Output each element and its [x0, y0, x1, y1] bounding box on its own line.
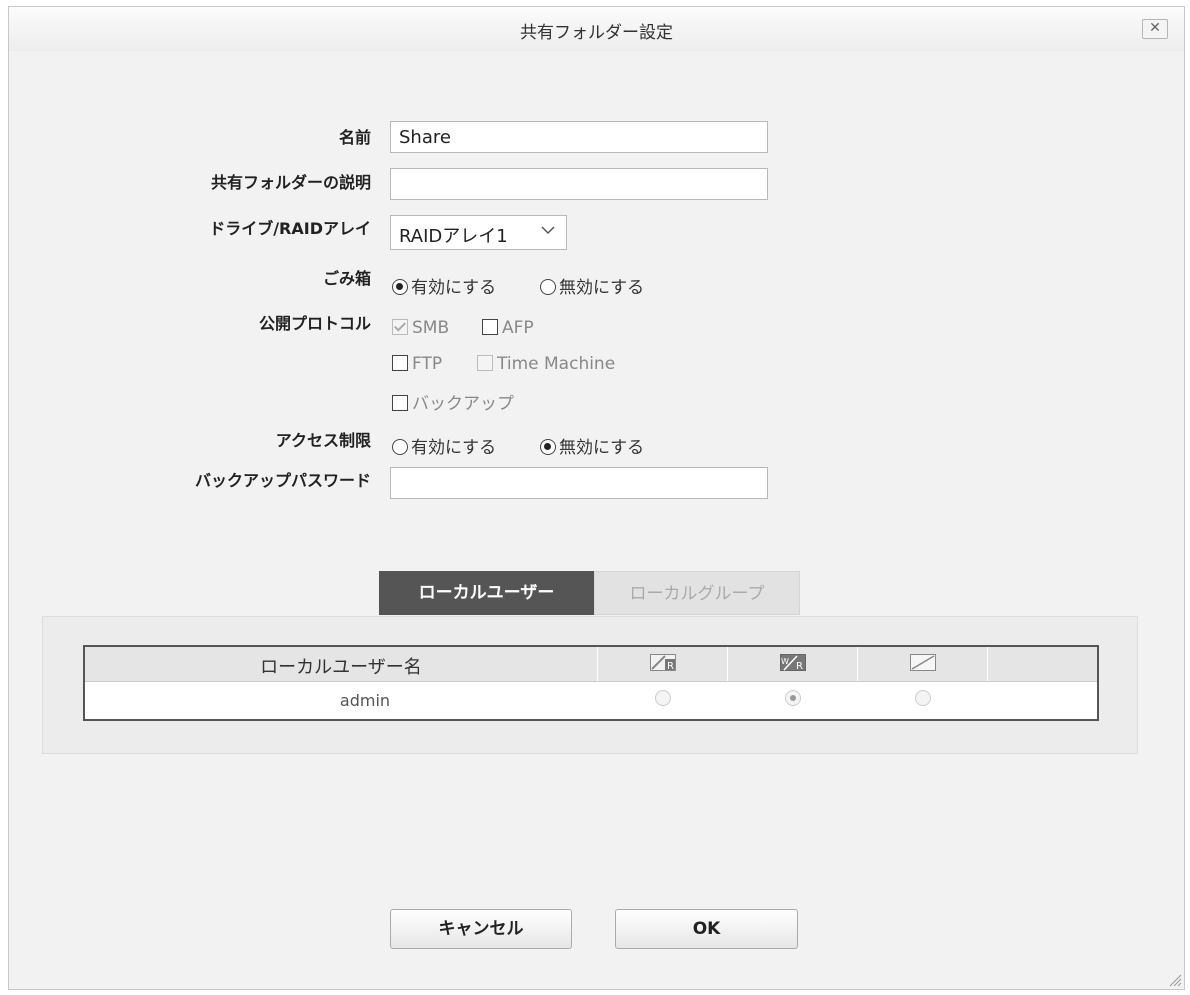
protocol-backup-option[interactable]: バックアップ [392, 389, 514, 414]
header-local-user-name: ローカルユーザー名 [260, 657, 422, 678]
drive-label: ドライブ/RAIDアレイ [209, 219, 371, 238]
protocol-timemachine-option[interactable]: Time Machine [477, 354, 615, 374]
recycle-enable-text: 有効にする [411, 278, 497, 298]
ftp-text: FTP [412, 354, 443, 374]
table-header: ローカルユーザー名 R W R [85, 647, 1097, 682]
svg-text:W: W [781, 657, 789, 666]
svg-text:R: R [667, 661, 674, 671]
table-row-user-name: admin [339, 691, 391, 710]
recycle-disable-text: 無効にする [559, 278, 645, 298]
description-label: 共有フォルダーの説明 [210, 173, 371, 192]
access-enable-option[interactable]: 有効にする [392, 433, 496, 458]
recycle-bin-label: ごみ箱 [322, 269, 371, 288]
tab-local-user[interactable]: ローカルユーザー [379, 571, 594, 615]
chevron-down-icon [540, 222, 556, 242]
cancel-button[interactable]: キャンセル [390, 909, 572, 949]
title-bar: 共有フォルダー設定 ✕ [9, 7, 1184, 51]
name-label: 名前 [338, 128, 371, 147]
recycle-disable-option[interactable]: 無効にする [540, 273, 644, 298]
read-only-icon: R [650, 654, 676, 671]
access-enable-text: 有効にする [411, 438, 497, 458]
access-enable-radio[interactable] [392, 439, 408, 455]
header-no-access[interactable] [857, 647, 988, 681]
afp-checkbox[interactable] [482, 319, 498, 335]
recycle-enable-option[interactable]: 有効にする [392, 273, 496, 298]
header-read-write[interactable]: W R [727, 647, 858, 681]
read-write-icon: W R [780, 654, 806, 671]
ftp-checkbox[interactable] [392, 355, 408, 371]
description-input[interactable] [390, 168, 768, 200]
backup-password-input[interactable] [390, 467, 768, 499]
resize-grip-icon[interactable] [1166, 971, 1182, 987]
close-icon: ✕ [1149, 20, 1161, 36]
access-disable-radio[interactable] [540, 439, 556, 455]
timemachine-checkbox[interactable] [477, 355, 493, 371]
row-no-access-radio[interactable] [915, 690, 931, 706]
header-read-only[interactable]: R [597, 647, 728, 681]
access-restriction-label: アクセス制限 [275, 431, 371, 450]
protocol-ftp-option[interactable]: FTP [392, 354, 442, 374]
permission-panel: ローカルユーザー名 R W R admin [42, 616, 1138, 754]
header-spacer [987, 647, 1100, 681]
smb-checkbox[interactable] [392, 319, 408, 335]
protocol-label: 公開プロトコル [258, 314, 371, 333]
row-read-only-radio[interactable] [655, 690, 671, 706]
backup-password-label: バックアップパスワード [194, 471, 371, 490]
recycle-disable-radio[interactable] [540, 279, 556, 295]
shared-folder-settings-dialog: 共有フォルダー設定 ✕ 名前 共有フォルダーの説明 ドライブ/RAIDアレイ R… [8, 6, 1185, 990]
timemachine-text: Time Machine [497, 354, 616, 374]
access-disable-text: 無効にする [559, 438, 645, 458]
smb-text: SMB [412, 318, 450, 338]
drive-select[interactable]: RAIDアレイ1 [390, 215, 567, 250]
row-read-write-radio[interactable] [785, 690, 801, 706]
svg-text:R: R [796, 661, 803, 671]
ok-button[interactable]: OK [615, 909, 798, 949]
protocol-afp-option[interactable]: AFP [482, 318, 534, 338]
name-input[interactable] [390, 121, 768, 153]
tab-local-group[interactable]: ローカルグループ [594, 571, 800, 615]
no-access-icon [910, 654, 936, 671]
access-disable-option[interactable]: 無効にする [540, 433, 644, 458]
dialog-title: 共有フォルダー設定 [520, 23, 673, 43]
backup-checkbox[interactable] [392, 395, 408, 411]
close-button[interactable]: ✕ [1142, 19, 1168, 39]
drive-select-value: RAIDアレイ1 [399, 226, 508, 247]
user-permission-table: ローカルユーザー名 R W R admin [83, 645, 1099, 721]
recycle-enable-radio[interactable] [392, 279, 408, 295]
backup-text: バックアップ [412, 394, 514, 414]
afp-text: AFP [502, 318, 534, 338]
protocol-smb-option[interactable]: SMB [392, 318, 449, 338]
